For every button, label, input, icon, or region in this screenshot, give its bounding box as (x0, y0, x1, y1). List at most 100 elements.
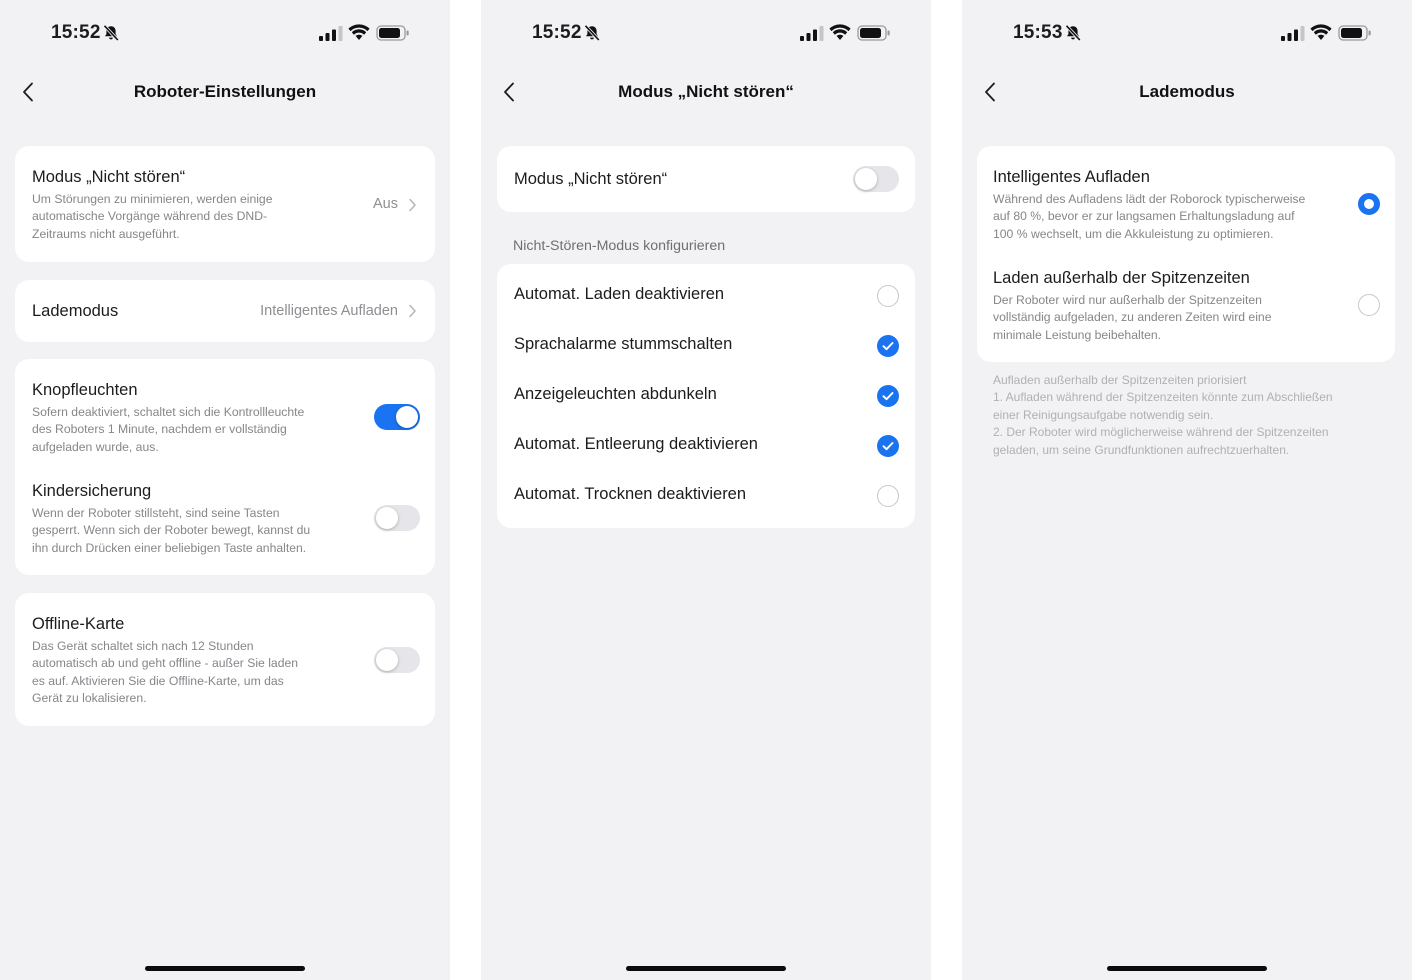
charge-mode-desc-line: vollständig aufgeladen, zu anderen Zeite… (993, 310, 1272, 325)
chevron-right-icon (409, 198, 416, 212)
wifi-icon (829, 24, 851, 40)
option-label: Anzeigeleuchten abdunkeln (514, 385, 717, 403)
offline-map-description: Das Gerät schaltet sich nach 12 Stunden … (32, 638, 298, 708)
footnote-line: geladen, um seine Grundfunktionen aufrec… (993, 442, 1290, 457)
button-lights-title: Knopfleuchten (32, 381, 138, 399)
button-lights-description: Sofern deaktiviert, schaltet sich die Ko… (32, 404, 304, 456)
charge-mode-description: Der Roboter wird nur außerhalb der Spitz… (993, 292, 1271, 344)
battery-icon (857, 25, 890, 41)
option-row-disable-auto-charge[interactable]: Automat. Laden deaktivieren (497, 271, 915, 321)
option-label: Automat. Entleerung deaktivieren (514, 435, 758, 453)
offline-map-desc-line: Gerät zu lokalisieren. (32, 691, 147, 706)
charge-mode-radio[interactable] (1358, 294, 1380, 316)
navigation-bar: Modus „Nicht stören“ (481, 64, 931, 120)
offline-map-title: Offline-Karte (32, 615, 125, 633)
page-title: Lademodus (1139, 82, 1235, 101)
charge-mode-value: Intelligentes Aufladen (260, 303, 398, 319)
footnote-line: 1. Aufladen während der Spitzenzeiten kö… (993, 390, 1333, 405)
dnd-status-value: Aus (373, 196, 398, 212)
child-lock-title: Kindersicherung (32, 482, 152, 500)
child-lock-desc-line: gesperrt. Wenn sich der Roboter bewegt, … (32, 523, 311, 538)
charge-mode-footnote: Aufladen außerhalb der Spitzenzeiten pri… (993, 372, 1333, 459)
status-time: 15:52 (51, 22, 101, 43)
charge-mode-desc-line: auf 80 %, bevor er zur langsamen Erhaltu… (993, 209, 1295, 224)
status-bar: 15:53 (962, 0, 1412, 64)
child-lock-description: Wenn der Roboter stillsteht, sind seine … (32, 505, 310, 557)
charge-mode-row[interactable]: Lademodus Intelligentes Aufladen (15, 280, 435, 342)
offline-map-card: Offline-Karte Das Gerät schaltet sich na… (15, 593, 435, 726)
button-lights-toggle[interactable] (374, 404, 420, 430)
toggle-knob (855, 168, 877, 190)
option-label: Automat. Laden deaktivieren (514, 285, 725, 303)
footnote-line: 2. Der Roboter wird möglicherweise währe… (993, 425, 1329, 440)
status-time: 15:52 (532, 22, 582, 43)
home-indicator[interactable] (626, 966, 786, 971)
offline-map-desc-line: es auf. Aktivieren Sie die Offline-Karte… (32, 673, 284, 688)
cellular-signal-icon (800, 26, 824, 41)
charge-mode-smart-option[interactable]: Intelligentes Aufladen Während des Aufla… (977, 146, 1395, 254)
dnd-toggle[interactable] (853, 166, 899, 192)
charge-mode-title: Laden außerhalb der Spitzenzeiten (993, 269, 1250, 287)
dnd-title: Modus „Nicht stören“ (32, 168, 186, 186)
status-bar: 15:52 (481, 0, 931, 64)
option-row-mute-voice-alarms[interactable]: Sprachalarme stummschalten (497, 321, 915, 371)
checkmark-icon (882, 392, 894, 401)
child-lock-desc-line: Wenn der Roboter stillsteht, sind seine … (32, 506, 280, 520)
option-checkbox[interactable] (877, 285, 899, 307)
charge-mode-screen: 15:53 Lademodus Intelligentes Aufladen W… (962, 0, 1412, 980)
battery-icon (376, 25, 409, 41)
footnote-line: einer Reinigungsaufgabe notwendig sein. (993, 407, 1214, 422)
option-row-dim-indicator-lights[interactable]: Anzeigeleuchten abdunkeln (497, 371, 915, 421)
dnd-settings-row[interactable]: Modus „Nicht stören“ Um Störungen zu min… (15, 146, 435, 262)
cellular-signal-icon (319, 26, 343, 41)
charge-mode-radio-selected[interactable] (1358, 193, 1380, 215)
muted-bell-icon (584, 24, 600, 42)
option-checkbox-checked[interactable] (877, 385, 899, 407)
charge-mode-title: Lademodus (32, 302, 119, 320)
wifi-icon (348, 24, 370, 40)
option-label: Sprachalarme stummschalten (514, 335, 733, 353)
option-checkbox[interactable] (877, 485, 899, 507)
cellular-signal-icon (1281, 26, 1305, 41)
option-checkbox-checked[interactable] (877, 435, 899, 457)
dnd-description: Um Störungen zu minimieren, werden einig… (32, 191, 272, 243)
option-row-disable-auto-empty[interactable]: Automat. Entleerung deaktivieren (497, 421, 915, 471)
page-title: Modus „Nicht stören“ (618, 82, 794, 101)
dnd-options-card: Automat. Laden deaktivieren Sprachalarme… (497, 264, 915, 528)
navigation-bar: Roboter-Einstellungen (0, 64, 450, 120)
home-indicator[interactable] (145, 966, 305, 971)
footnote-line: Aufladen außerhalb der Spitzenzeiten pri… (993, 373, 1247, 387)
offline-map-toggle[interactable] (374, 647, 420, 673)
charge-modes-card: Intelligentes Aufladen Während des Aufla… (977, 146, 1395, 362)
navigation-bar: Lademodus (962, 64, 1412, 120)
toggles-card: Knopfleuchten Sofern deaktiviert, schalt… (15, 359, 435, 575)
charge-mode-title: Intelligentes Aufladen (993, 168, 1150, 186)
option-checkbox-checked[interactable] (877, 335, 899, 357)
dnd-toggle-card: Modus „Nicht stören“ (497, 146, 915, 212)
wifi-icon (1310, 24, 1332, 40)
charge-mode-offpeak-option[interactable]: Laden außerhalb der Spitzenzeiten Der Ro… (977, 254, 1395, 362)
dnd-mode-screen: 15:52 Modus „Nicht stören“ Modus „Nicht … (481, 0, 931, 980)
home-indicator[interactable] (1107, 966, 1267, 971)
battery-icon (1338, 25, 1371, 41)
checkmark-icon (882, 442, 894, 451)
toggle-knob (396, 406, 418, 428)
toggle-knob (376, 649, 398, 671)
offline-map-desc-line: Das Gerät schaltet sich nach 12 Stunden (32, 639, 254, 653)
option-row-disable-auto-dry[interactable]: Automat. Trocknen deaktivieren (497, 471, 915, 521)
dnd-desc-line: automatische Vorgänge während des DND- (32, 209, 268, 224)
robot-settings-screen: 15:52 Roboter-Einstellungen Modus „Nicht… (0, 0, 450, 980)
section-label: Nicht-Stören-Modus konfigurieren (513, 238, 726, 254)
muted-bell-icon (103, 24, 119, 42)
charge-mode-desc-line: Der Roboter wird nur außerhalb der Spitz… (993, 293, 1262, 307)
child-lock-toggle[interactable] (374, 505, 420, 531)
status-time: 15:53 (1013, 22, 1063, 43)
child-lock-desc-line: ihn durch Drücken einer beliebigen Taste… (32, 540, 307, 555)
charge-mode-desc-line: minimale Leistung beibehalten. (993, 327, 1162, 342)
muted-bell-icon (1065, 24, 1081, 42)
toggle-knob (376, 507, 398, 529)
checkmark-icon (882, 342, 894, 351)
button-lights-desc-line: des Roboters 1 Minute, nachdem er vollst… (32, 422, 287, 437)
dnd-desc-line: Um Störungen zu minimieren, werden einig… (32, 192, 273, 206)
button-lights-desc-line: aufgeladen wurde, aus. (32, 439, 159, 454)
